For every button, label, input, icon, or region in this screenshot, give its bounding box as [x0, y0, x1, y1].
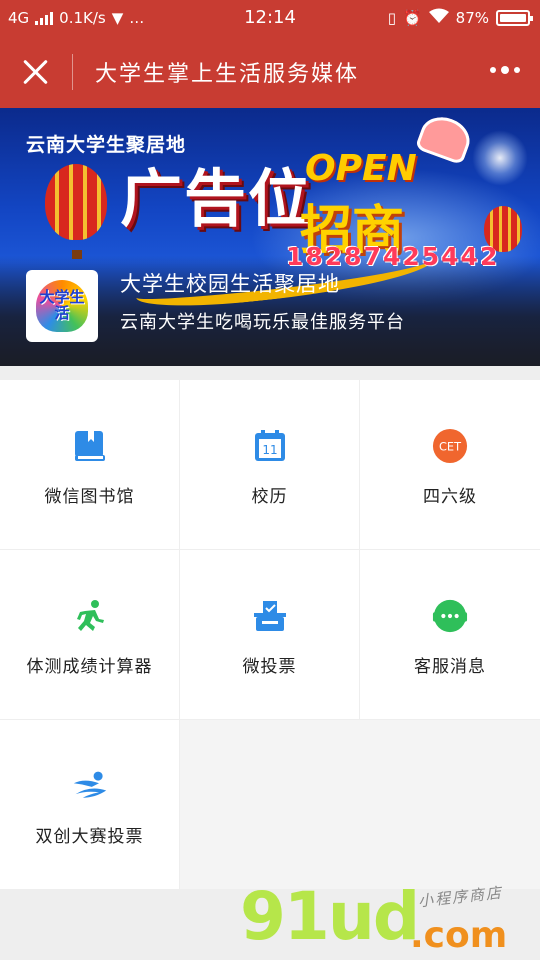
- grid-item-customer-service[interactable]: 客服消息: [360, 550, 540, 719]
- title-divider: [72, 54, 73, 90]
- ad-banner[interactable]: 云南大学生聚居地 广告位 OPEN 招商 18287425442 大学生活 大学…: [0, 108, 540, 366]
- cet-icon-text: CET: [439, 440, 461, 454]
- service-grid: 微信图书馆 11 校历 CET 四六级 体测成绩计算器 微投票 客服消息 双创大: [0, 380, 540, 890]
- grid-item-cet[interactable]: CET 四六级: [360, 380, 540, 549]
- watermark-tagline: 小程序商店: [417, 883, 504, 911]
- firework-icon: [472, 130, 528, 186]
- title-bar: 大学生掌上生活服务媒体: [0, 36, 540, 108]
- grid-item-label: 体测成绩计算器: [26, 657, 153, 677]
- calendar-day: 11: [262, 443, 277, 457]
- banner-headline: 广告位: [120, 162, 313, 235]
- swimmer-icon: [72, 768, 108, 804]
- calendar-icon: 11: [252, 428, 288, 464]
- watermark-logo: 91ud: [240, 878, 420, 955]
- grid-item-label: 四六级: [423, 487, 477, 507]
- chat-bubble-icon: [432, 598, 468, 634]
- mini-program-logo: 大学生活: [26, 270, 98, 342]
- running-icon: [72, 598, 108, 634]
- battery-percent: 87%: [455, 9, 489, 27]
- status-right: ▯ ⏰ 87%: [387, 8, 533, 28]
- grid-item-library[interactable]: 微信图书馆: [0, 380, 179, 549]
- grid-item-label: 双创大赛投票: [35, 827, 144, 847]
- battery-icon: [496, 10, 533, 26]
- grid-item-label: 微信图书馆: [44, 487, 135, 507]
- logo-text: 大学生活: [39, 288, 85, 322]
- cet-icon: CET: [432, 428, 468, 464]
- more-options-icon[interactable]: [490, 66, 520, 74]
- hot-air-balloon-icon: [45, 164, 107, 259]
- grid-item-vote[interactable]: 微投票: [180, 550, 359, 719]
- grid-item-label: 客服消息: [414, 657, 486, 677]
- grid-item-label: 微投票: [242, 657, 297, 677]
- wifi-icon: [428, 8, 449, 28]
- vibrate-icon: ▯: [387, 9, 396, 27]
- ballot-box-icon: [252, 598, 288, 634]
- mini-program-description: 云南大学生吃喝玩乐最佳服务平台: [120, 312, 405, 333]
- hand-logo-icon: 大学生活: [36, 280, 88, 332]
- grid-item-fitness-calculator[interactable]: 体测成绩计算器: [0, 550, 179, 719]
- mini-program-name: 大学生校园生活聚居地: [120, 272, 340, 296]
- watermark: 91ud .com 小程序商店: [240, 884, 530, 956]
- grid-item-calendar[interactable]: 11 校历: [180, 380, 359, 549]
- gift-box-icon: [414, 110, 476, 166]
- status-bar: 4G 0.1K/s ▼ … 12:14 ▯ ⏰ 87%: [0, 0, 540, 36]
- banner-open-text: OPEN: [305, 148, 417, 189]
- watermark-domain: .com: [410, 915, 508, 956]
- grid-empty-area: [180, 720, 540, 889]
- grid-item-label: 校历: [251, 487, 288, 507]
- page-title: 大学生掌上生活服务媒体: [95, 62, 360, 87]
- alarm-icon: ⏰: [402, 9, 422, 27]
- grid-item-innovation-vote[interactable]: 双创大赛投票: [0, 720, 179, 889]
- banner-phone: 18287425442: [286, 242, 500, 271]
- close-icon[interactable]: [20, 56, 52, 88]
- book-icon: [72, 428, 108, 464]
